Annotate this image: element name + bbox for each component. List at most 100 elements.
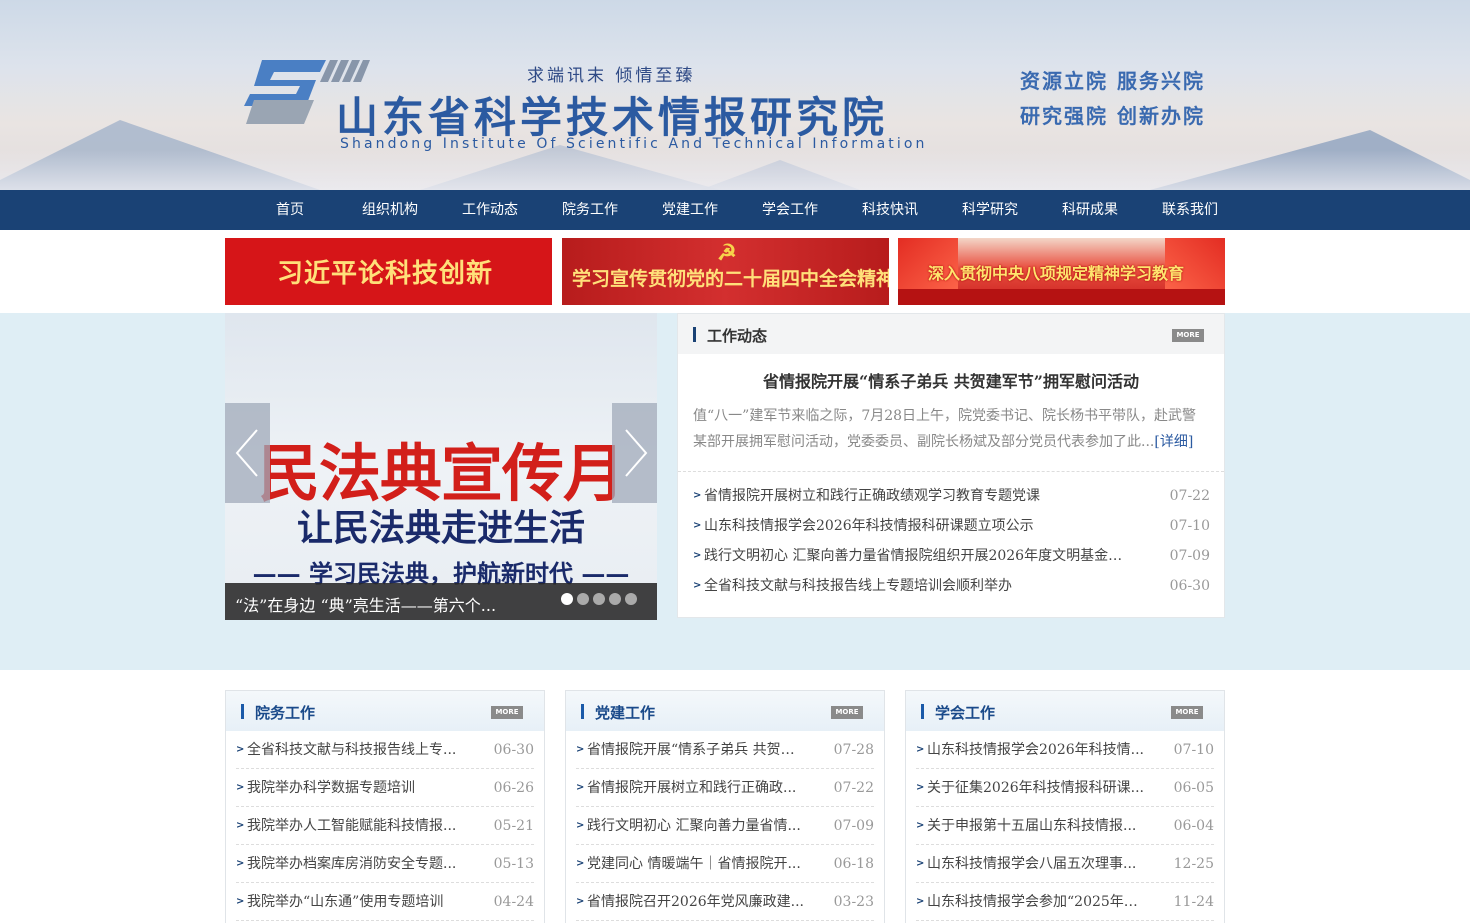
more-button[interactable]: MORE — [831, 706, 863, 719]
banner-xi-tech-innovation[interactable]: 习近平论科技创新 — [225, 238, 552, 305]
panel-header: 学会工作 MORE — [906, 691, 1224, 731]
list-item-title[interactable]: 关于征集2026年科技情报科研课... — [927, 769, 1147, 807]
list-item-date: 07-09 — [1169, 548, 1210, 564]
list-item[interactable]: > 全省科技文献与科技报告线上专... 06-30 — [236, 731, 534, 769]
list-item[interactable]: > 省情报院开展“情系子弟兵 共贺建... 07-28 — [576, 731, 874, 769]
panel-title: 院务工作 — [255, 704, 316, 722]
banner-fourth-plenum[interactable]: ☭ 学习宣传贯彻党的二十届四中全会精神 — [562, 238, 889, 305]
featured-headline[interactable]: 省情报院开展“情系子弟兵 共贺建军节”拥军慰问活动 — [678, 368, 1224, 392]
panel-title: 学会工作 — [935, 704, 996, 722]
carousel-dot[interactable] — [577, 593, 589, 605]
list-item-title[interactable]: 党建同心 情暖端午｜省情报院开... — [587, 845, 807, 883]
panel-title: 工作动态 — [707, 327, 768, 345]
list-item-date: 03-23 — [833, 894, 874, 910]
list-item-title[interactable]: 全省科技文献与科技报告线上专... — [247, 731, 467, 769]
carousel-dot[interactable] — [593, 593, 605, 605]
list-item-title[interactable]: 山东科技情报学会八届五次理事... — [927, 845, 1147, 883]
banner-eight-regulations[interactable]: 深入贯彻中央八项规定精神学习教育 — [898, 238, 1225, 305]
list-item-date: 12-25 — [1173, 856, 1214, 872]
nav-item-tech-news[interactable]: 科技快讯 — [840, 190, 940, 230]
list-item-date: 06-26 — [493, 780, 534, 796]
chevron-right-icon: > — [236, 858, 245, 869]
list-item[interactable]: > 党建同心 情暖端午｜省情报院开... 06-18 — [576, 845, 874, 883]
chevron-right-icon: > — [576, 896, 585, 907]
list-item-title[interactable]: 我院举办档案库房消防安全专题... — [247, 845, 467, 883]
list-item-title[interactable]: 我院举办人工智能赋能科技情报... — [247, 807, 467, 845]
list-item-title[interactable]: 我院举办科学数据专题培训 — [247, 769, 467, 807]
nav-item-contact[interactable]: 联系我们 — [1140, 190, 1240, 230]
list-item-title[interactable]: 省情报院开展“情系子弟兵 共贺建... — [587, 731, 807, 769]
list-item[interactable]: > 山东科技情报学会2026年科技情... 07-10 — [916, 731, 1214, 769]
main-nav: 首页 组织机构 工作动态 院务工作 党建工作 学会工作 科技快讯 科学研究 科研… — [0, 190, 1470, 230]
list-item-title[interactable]: 全省科技文献与科技报告线上专题培训会顺利举办 — [704, 571, 1134, 601]
header-accent-bar — [921, 704, 924, 719]
list-item[interactable]: > 践行文明初心 汇聚向善力量省情... 07-09 — [576, 807, 874, 845]
list-item[interactable]: > 省情报院召开2026年党风廉政建... 03-23 — [576, 883, 874, 921]
carousel-caption[interactable]: “法”在身边 “典”亮生活——第六个... — [235, 592, 496, 616]
more-button[interactable]: MORE — [1171, 706, 1203, 719]
carousel-caption-bar: “法”在身边 “典”亮生活——第六个... — [225, 583, 657, 620]
list-item[interactable]: > 关于申报第十五届山东科技情报... 06-04 — [916, 807, 1214, 845]
list-item[interactable]: > 省情报院开展树立和践行正确政绩观学习教育专题党课 07-22 — [693, 481, 1210, 511]
nav-item-society-work[interactable]: 学会工作 — [740, 190, 840, 230]
list-item-title[interactable]: 省情报院开展树立和践行正确政绩观学习教育专题党课 — [704, 481, 1134, 511]
list-item-title[interactable]: 省情报院开展树立和践行正确政... — [587, 769, 807, 807]
list-item[interactable]: > 山东科技情报学会2026年科技情报科研课题立项公示 07-10 — [693, 511, 1210, 541]
list-item-title[interactable]: 山东科技情报学会2026年科技情... — [927, 731, 1147, 769]
list-item-title[interactable]: 山东科技情报学会参加“2025年华... — [927, 883, 1147, 921]
list-item-title[interactable]: 省情报院召开2026年党风廉政建... — [587, 883, 807, 921]
list-item-date: 07-09 — [833, 818, 874, 834]
image-carousel[interactable]: 民法典宣传月 让民法典走进生活 —— 学习民法典，护航新时代 —— “法”在身边… — [225, 313, 657, 620]
list-item-title[interactable]: 山东科技情报学会2026年科技情报科研课题立项公示 — [704, 511, 1134, 541]
carousel-prev-button[interactable] — [225, 403, 270, 503]
list-item-title[interactable]: 关于申报第十五届山东科技情报... — [927, 807, 1147, 845]
nav-item-achievements[interactable]: 科研成果 — [1040, 190, 1140, 230]
more-button[interactable]: MORE — [1172, 329, 1204, 342]
list-item-title[interactable]: 我院举办“山东通”使用专题培训 — [247, 883, 467, 921]
nav-item-organization[interactable]: 组织机构 — [340, 190, 440, 230]
admin-work-panel: 院务工作 MORE > 全省科技文献与科技报告线上专... 06-30 > 我院举办科… — [225, 690, 545, 923]
header-accent-bar — [241, 704, 244, 719]
news-list: > 全省科技文献与科技报告线上专... 06-30 > 我院举办科学数据专题培训 06-… — [236, 731, 534, 921]
list-item[interactable]: > 关于征集2026年科技情报科研课... 06-05 — [916, 769, 1214, 807]
chevron-right-icon: > — [576, 782, 585, 793]
chevron-right-icon: > — [236, 744, 245, 755]
detail-link[interactable]: [详细] — [1154, 434, 1193, 450]
more-button[interactable]: MORE — [491, 706, 523, 719]
list-item[interactable]: > 我院举办档案库房消防安全专题... 05-13 — [236, 845, 534, 883]
list-item-title[interactable]: 践行文明初心 汇聚向善力量省情报院组织开展2026年度文明基金捐... — [704, 541, 1134, 571]
list-item[interactable]: > 我院举办人工智能赋能科技情报... 05-21 — [236, 807, 534, 845]
list-item[interactable]: > 践行文明初心 汇聚向善力量省情报院组织开展2026年度文明基金捐... 07… — [693, 541, 1210, 571]
carousel-dot[interactable] — [561, 593, 573, 605]
panel-title: 党建工作 — [595, 704, 656, 722]
nav-item-work-news[interactable]: 工作动态 — [440, 190, 540, 230]
chevron-right-icon: > — [693, 490, 702, 501]
chevron-right-icon: > — [916, 744, 925, 755]
party-emblem-icon: ☭ — [717, 240, 737, 266]
nav-item-admin-work[interactable]: 院务工作 — [540, 190, 640, 230]
header-accent-bar — [581, 704, 584, 719]
carousel-dot[interactable] — [625, 593, 637, 605]
list-item[interactable]: > 山东科技情报学会参加“2025年华... 11-24 — [916, 883, 1214, 921]
chevron-right-icon: > — [236, 820, 245, 831]
list-item[interactable]: > 我院举办科学数据专题培训 06-26 — [236, 769, 534, 807]
society-work-panel: 学会工作 MORE > 山东科技情报学会2026年科技情... 07-10 > 关于征… — [905, 690, 1225, 923]
list-item[interactable]: > 省情报院开展树立和践行正确政... 07-22 — [576, 769, 874, 807]
banner-text: 学习宣传贯彻党的二十届四中全会精神 — [572, 268, 889, 290]
list-item[interactable]: > 山东科技情报学会八届五次理事... 12-25 — [916, 845, 1214, 883]
nav-item-home[interactable]: 首页 — [240, 190, 340, 230]
nav-item-research[interactable]: 科学研究 — [940, 190, 1040, 230]
haze-decoration — [0, 150, 1470, 190]
list-item[interactable]: > 我院举办“山东通”使用专题培训 04-24 — [236, 883, 534, 921]
chevron-right-icon: > — [916, 858, 925, 869]
nav-item-party-work[interactable]: 党建工作 — [640, 190, 740, 230]
list-item-date: 07-22 — [833, 780, 874, 796]
list-item-title[interactable]: 践行文明初心 汇聚向善力量省情... — [587, 807, 807, 845]
list-item-date: 05-21 — [493, 818, 534, 834]
chevron-right-icon: > — [693, 580, 702, 591]
carousel-dot[interactable] — [609, 593, 621, 605]
carousel-next-button[interactable] — [612, 403, 657, 503]
site-subtitle: Shandong Institute Of Scientific And Tec… — [340, 136, 928, 152]
chevron-left-icon — [235, 429, 258, 477]
list-item[interactable]: > 全省科技文献与科技报告线上专题培训会顺利举办 06-30 — [693, 571, 1210, 601]
